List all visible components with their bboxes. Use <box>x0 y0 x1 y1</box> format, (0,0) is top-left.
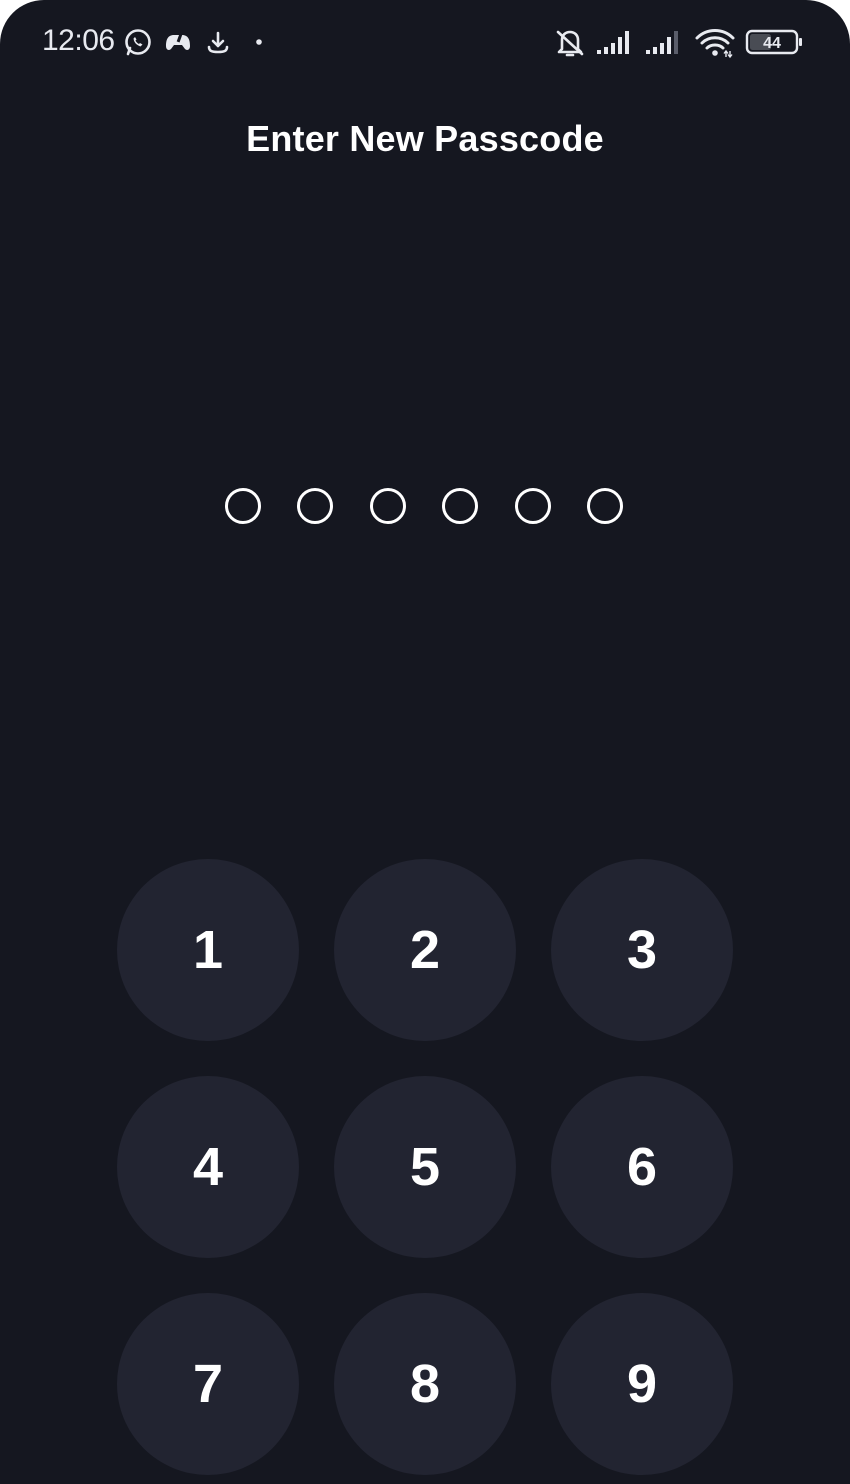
bell-muted-icon <box>552 24 588 60</box>
passcode-dot <box>370 488 406 524</box>
key-1-button[interactable]: 1 <box>117 859 299 1041</box>
status-time: 12:06 <box>42 24 115 57</box>
key-6-button[interactable]: 6 <box>551 1076 733 1258</box>
signal-icon <box>645 24 685 60</box>
passcode-dot <box>225 488 261 524</box>
passcode-screen: 12:06 44 Enter New Passcode 1 2 3 4 5 6 … <box>0 0 850 1484</box>
key-8-button[interactable]: 8 <box>334 1293 516 1475</box>
gamepad-icon <box>162 24 194 60</box>
status-bar: 12:06 44 <box>0 0 850 84</box>
notification-dot-icon <box>252 24 266 60</box>
key-2-button[interactable]: 2 <box>334 859 516 1041</box>
page-title: Enter New Passcode <box>246 118 604 159</box>
passcode-indicator <box>225 488 625 524</box>
passcode-dot <box>587 488 623 524</box>
passcode-dot <box>297 488 333 524</box>
battery-level-text: 44 <box>763 35 781 52</box>
passcode-dot <box>442 488 478 524</box>
signal-icon <box>596 24 636 60</box>
key-3-button[interactable]: 3 <box>551 859 733 1041</box>
key-7-button[interactable]: 7 <box>117 1293 299 1475</box>
key-5-button[interactable]: 5 <box>334 1076 516 1258</box>
battery-icon: 44 <box>745 24 805 60</box>
numeric-keypad: 1 2 3 4 5 6 7 8 9 <box>117 859 733 1479</box>
whatsapp-icon <box>122 24 154 60</box>
key-9-button[interactable]: 9 <box>551 1293 733 1475</box>
passcode-dot <box>515 488 551 524</box>
key-4-button[interactable]: 4 <box>117 1076 299 1258</box>
download-icon <box>203 24 233 60</box>
wifi-icon <box>694 24 736 60</box>
